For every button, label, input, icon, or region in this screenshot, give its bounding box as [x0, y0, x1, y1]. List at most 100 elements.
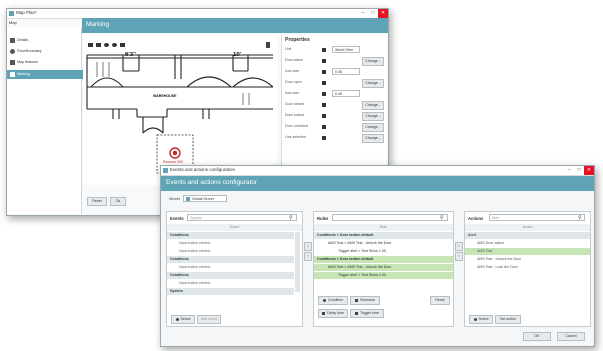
actions-pane: Actions Alert ⚲ Action Alert AMS Door act… — [464, 211, 591, 327]
minimize-icon[interactable]: – — [358, 9, 368, 18]
property-swatch — [322, 114, 326, 118]
front-minimize-icon[interactable]: – — [564, 166, 574, 175]
close-icon[interactable]: ✕ — [378, 9, 388, 18]
rule-item[interactable]: AMS Test > AMS Test - Unlock the Door — [314, 240, 453, 247]
property-swatch — [322, 59, 326, 63]
move-left-button-2[interactable]: › — [455, 252, 463, 261]
actions-list-item[interactable]: AMS Test - Unlock the Door — [465, 256, 590, 263]
move-left-button-1[interactable]: ‹ — [304, 252, 312, 261]
room-label: WAREHOUSE — [153, 94, 177, 98]
maximize-icon[interactable]: □ — [368, 9, 378, 18]
section-header: Marking — [82, 18, 388, 33]
property-change-button[interactable]: Change... — [362, 101, 384, 110]
events-group[interactable]: Conditions — [167, 272, 294, 279]
actions-search-input[interactable]: Alert — [489, 214, 585, 221]
events-group[interactable]: System — [167, 288, 294, 295]
events-group[interactable]: Conditions — [167, 256, 294, 263]
move-right-button-1[interactable]: › — [304, 242, 312, 251]
rule-item[interactable]: Trigger alert > Test Show 1.00 — [314, 272, 453, 279]
rules-pane: Rules ⚲ Rule Conditions > Door button de… — [313, 211, 454, 327]
events-label: Events — [170, 216, 184, 221]
zoom-in-icon[interactable] — [88, 43, 93, 47]
front-app-icon — [163, 168, 168, 173]
sidebar-item-details[interactable]: Details — [7, 37, 84, 44]
menu-map[interactable]: Map — [9, 20, 17, 25]
property-change-button[interactable]: Change... — [362, 79, 384, 88]
rule-item[interactable]: AMS Test > AMS Test - Unlock the Door — [314, 264, 453, 271]
sidebar-item-floor[interactable]: Floor/Boundary — [7, 48, 84, 55]
property-change-button[interactable]: Change... — [362, 112, 384, 121]
schedule-button[interactable]: Schedule — [350, 296, 380, 305]
front-window-title: Events and actions configuration — [170, 167, 236, 172]
server-select[interactable]: Global Server — [183, 195, 227, 202]
app-icon — [9, 11, 14, 16]
events-search-icon[interactable]: ⚲ — [289, 215, 293, 221]
property-swatch — [322, 70, 326, 74]
actions-list-item[interactable]: AMS Test - Lock the Door — [465, 264, 590, 271]
zoom-out-icon[interactable] — [96, 43, 101, 47]
actions-list-item[interactable]: AMS Test — [465, 248, 590, 255]
delay-time-button[interactable]: Delay time — [318, 309, 348, 318]
events-list-item[interactable]: Input button clicked — [167, 264, 294, 271]
rule-group[interactable]: Conditions > Door button default — [314, 232, 453, 239]
events-scrollbar[interactable] — [295, 232, 300, 292]
rotate-icon[interactable] — [112, 43, 117, 47]
actions-list-item[interactable]: AMS Door action — [465, 240, 590, 247]
reset-rule-button[interactable]: Reset — [430, 296, 450, 305]
events-search-input[interactable]: System — [187, 214, 297, 221]
front-maximize-icon[interactable]: □ — [574, 166, 584, 175]
actions-search-icon[interactable]: ⚲ — [578, 215, 582, 221]
property-label: Door alarm — [285, 58, 303, 62]
events-list-item[interactable]: Input button clicked — [167, 280, 294, 287]
property-value-field[interactable]: 0.45 — [332, 90, 360, 97]
events-group[interactable]: Conditions — [167, 232, 294, 239]
property-value-field[interactable]: World Ohm — [332, 46, 360, 53]
events-list-item[interactable]: Input button clicked — [167, 248, 294, 255]
ok-button[interactable]: Ok — [110, 197, 126, 206]
rules-search-input[interactable] — [332, 214, 448, 221]
rule-group[interactable]: Conditions > Door button default — [314, 256, 453, 263]
move-right-button-2[interactable]: ‹ — [455, 242, 463, 251]
trigger-time-button[interactable]: Trigger time — [350, 309, 384, 318]
delay-icon — [322, 311, 325, 315]
fit-icon[interactable] — [120, 43, 125, 47]
pan-icon[interactable] — [104, 43, 109, 47]
condition-button[interactable]: Condition — [318, 296, 348, 305]
property-value-field[interactable]: 0.45 — [332, 68, 360, 75]
set-action-button[interactable]: Set action — [495, 315, 521, 324]
rules-search-icon[interactable]: ⚲ — [440, 215, 444, 221]
actions-column-header: Action — [465, 224, 590, 231]
property-label: Unit — [285, 47, 292, 51]
ok-button-front[interactable]: OK — [523, 332, 551, 341]
sidebar-item-features[interactable]: Map features — [7, 59, 84, 66]
property-change-button[interactable]: Change... — [362, 123, 384, 132]
events-actions-window: Events and actions configuration – □ ✕ E… — [160, 165, 595, 347]
rule-item[interactable]: Trigger alert > Test Show 1.00 — [314, 248, 453, 255]
window-title: Map Plan* — [16, 10, 37, 15]
events-list-item[interactable]: Input button clicked — [167, 240, 294, 247]
property-swatch — [322, 136, 326, 140]
pencil-icon — [10, 37, 15, 43]
marker-icon — [10, 71, 15, 77]
events-select-button[interactable]: Select — [171, 315, 195, 324]
property-change-button[interactable]: Change... — [362, 57, 384, 66]
receiver-label: Receiver 000 — [163, 160, 183, 164]
condition-icon — [322, 298, 326, 302]
property-swatch — [322, 103, 326, 107]
add-event-button[interactable]: Add event — [197, 315, 221, 324]
sidebar-item-marking[interactable]: Marking — [7, 70, 84, 79]
events-pane: Events System ⚲ Event Conditions Input bu… — [166, 211, 303, 327]
front-close-icon[interactable]: ✕ — [584, 166, 594, 175]
floor-plan-canvas[interactable]: 6'3" 10' WAREHOUSE WAREHOUSE Receiver 00… — [83, 35, 277, 185]
cancel-button[interactable]: Cancel — [557, 332, 585, 341]
actions-select-button[interactable]: Select — [469, 315, 493, 324]
property-label: Door locked — [285, 113, 305, 117]
reset-button[interactable]: Reset — [87, 197, 107, 206]
property-change-button[interactable]: Change... — [362, 134, 384, 143]
property-label: Link selected — [285, 135, 306, 139]
actions-group[interactable]: Alert — [465, 232, 590, 239]
car-icon — [10, 59, 15, 65]
property-label: Icon size — [285, 69, 300, 73]
settings-icon[interactable] — [266, 42, 270, 48]
rules-label: Rules — [317, 216, 329, 221]
